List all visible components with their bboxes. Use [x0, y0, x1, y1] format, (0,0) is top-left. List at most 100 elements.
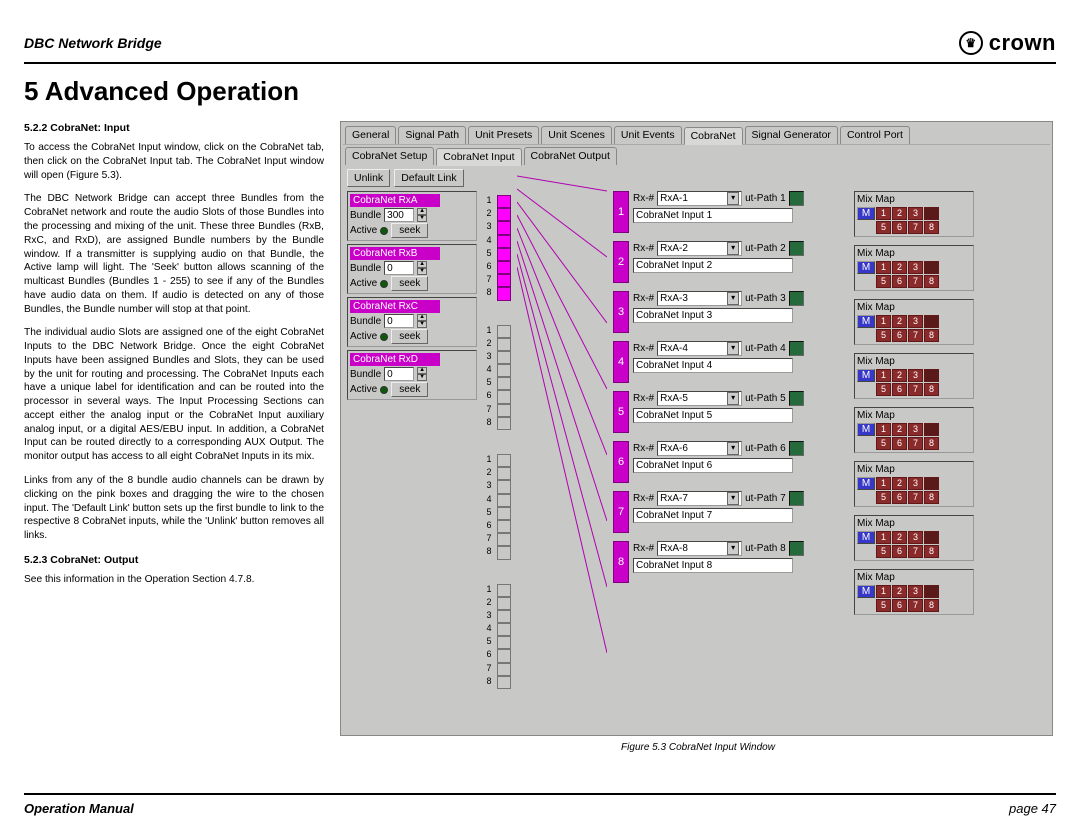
slot-link-box[interactable] [497, 520, 511, 533]
mix-cell-4[interactable]: 4 [924, 585, 939, 598]
rx-select[interactable]: RxA-4▾ [657, 341, 742, 356]
tab-unit-scenes[interactable]: Unit Scenes [541, 126, 612, 144]
slot-link-box[interactable] [497, 274, 511, 287]
bundle-spinner[interactable]: ▲▼ [417, 208, 427, 222]
mix-cell-1[interactable]: 1 [876, 477, 891, 490]
slot-link-box[interactable] [497, 338, 511, 351]
slot-link-box[interactable] [497, 221, 511, 234]
path-indicator-icon[interactable] [789, 441, 804, 456]
mix-cell-5[interactable]: 5 [876, 599, 891, 612]
mix-cell-7[interactable]: 7 [908, 383, 923, 396]
mix-cell-4[interactable]: 4 [924, 261, 939, 274]
slot-link-box[interactable] [497, 417, 511, 430]
slot-link-box[interactable] [497, 287, 511, 300]
input-name-field[interactable] [633, 558, 793, 573]
bundle-spinner[interactable]: ▲▼ [417, 314, 427, 328]
mix-cell-5[interactable]: 5 [876, 221, 891, 234]
mix-cell-4[interactable]: 4 [924, 207, 939, 220]
mix-cell-7[interactable]: 7 [908, 275, 923, 288]
mix-cell-5[interactable]: 5 [876, 329, 891, 342]
slot-link-box[interactable] [497, 636, 511, 649]
slot-link-box[interactable] [497, 325, 511, 338]
mix-cell-2[interactable]: 2 [892, 477, 907, 490]
rx-select[interactable]: RxA-8▾ [657, 541, 742, 556]
rx-select[interactable]: RxA-6▾ [657, 441, 742, 456]
mix-cell-3[interactable]: 3 [908, 423, 923, 436]
slot-link-box[interactable] [497, 195, 511, 208]
mix-cell-2[interactable]: 2 [892, 369, 907, 382]
unlink-button[interactable]: Unlink [347, 169, 390, 187]
mix-cell-6[interactable]: 6 [892, 329, 907, 342]
slot-link-box[interactable] [497, 390, 511, 403]
slot-link-box[interactable] [497, 467, 511, 480]
mix-cell-1[interactable]: 1 [876, 531, 891, 544]
mix-cell-8[interactable]: 8 [924, 329, 939, 342]
slot-link-box[interactable] [497, 623, 511, 636]
mix-cell-3[interactable]: 3 [908, 207, 923, 220]
mix-cell-5[interactable]: 5 [876, 437, 891, 450]
mix-cell-6[interactable]: 6 [892, 275, 907, 288]
mix-cell-1[interactable]: 1 [876, 585, 891, 598]
slot-link-box[interactable] [497, 494, 511, 507]
mix-cell-3[interactable]: 3 [908, 477, 923, 490]
mix-cell-7[interactable]: 7 [908, 545, 923, 558]
mix-m-button[interactable]: M [857, 207, 875, 220]
slot-link-box[interactable] [497, 597, 511, 610]
rx-select[interactable]: RxA-5▾ [657, 391, 742, 406]
rx-select[interactable]: RxA-7▾ [657, 491, 742, 506]
mix-cell-6[interactable]: 6 [892, 545, 907, 558]
rx-select[interactable]: RxA-2▾ [657, 241, 742, 256]
mix-cell-4[interactable]: 4 [924, 531, 939, 544]
mix-cell-4[interactable]: 4 [924, 423, 939, 436]
slot-link-box[interactable] [497, 208, 511, 221]
mix-cell-2[interactable]: 2 [892, 585, 907, 598]
tab-cobranet[interactable]: CobraNet [684, 127, 743, 145]
mix-cell-6[interactable]: 6 [892, 599, 907, 612]
mix-m-button[interactable]: M [857, 477, 875, 490]
slot-link-box[interactable] [497, 546, 511, 559]
mix-cell-1[interactable]: 1 [876, 261, 891, 274]
mix-cell-2[interactable]: 2 [892, 315, 907, 328]
slot-link-box[interactable] [497, 235, 511, 248]
slot-link-box[interactable] [497, 584, 511, 597]
input-name-field[interactable] [633, 358, 793, 373]
mix-m-button[interactable]: M [857, 369, 875, 382]
bundle-input[interactable] [384, 208, 414, 222]
slot-link-box[interactable] [497, 454, 511, 467]
input-name-field[interactable] [633, 208, 793, 223]
mix-cell-8[interactable]: 8 [924, 491, 939, 504]
mix-cell-4[interactable]: 4 [924, 369, 939, 382]
rx-select[interactable]: RxA-3▾ [657, 291, 742, 306]
mix-cell-7[interactable]: 7 [908, 221, 923, 234]
slot-link-box[interactable] [497, 404, 511, 417]
tab-unit-events[interactable]: Unit Events [614, 126, 682, 144]
mix-cell-2[interactable]: 2 [892, 531, 907, 544]
mix-m-button[interactable]: M [857, 315, 875, 328]
slot-link-box[interactable] [497, 533, 511, 546]
mix-cell-2[interactable]: 2 [892, 207, 907, 220]
mix-cell-5[interactable]: 5 [876, 383, 891, 396]
mix-cell-4[interactable]: 4 [924, 315, 939, 328]
path-indicator-icon[interactable] [789, 491, 804, 506]
subtab-cobranet-setup[interactable]: CobraNet Setup [345, 147, 434, 165]
mix-m-button[interactable]: M [857, 423, 875, 436]
mix-cell-4[interactable]: 4 [924, 477, 939, 490]
mix-cell-3[interactable]: 3 [908, 315, 923, 328]
mix-m-button[interactable]: M [857, 261, 875, 274]
mix-cell-8[interactable]: 8 [924, 383, 939, 396]
mix-cell-2[interactable]: 2 [892, 423, 907, 436]
slot-link-box[interactable] [497, 377, 511, 390]
input-name-field[interactable] [633, 458, 793, 473]
mix-cell-1[interactable]: 1 [876, 423, 891, 436]
input-name-field[interactable] [633, 308, 793, 323]
mix-cell-1[interactable]: 1 [876, 207, 891, 220]
mix-cell-8[interactable]: 8 [924, 275, 939, 288]
slot-link-box[interactable] [497, 351, 511, 364]
mix-cell-2[interactable]: 2 [892, 261, 907, 274]
tab-unit-presets[interactable]: Unit Presets [468, 126, 539, 144]
default-link-button[interactable]: Default Link [394, 169, 463, 187]
slot-link-box[interactable] [497, 364, 511, 377]
mix-cell-8[interactable]: 8 [924, 221, 939, 234]
seek-button[interactable]: seek [391, 223, 428, 238]
mix-cell-8[interactable]: 8 [924, 545, 939, 558]
